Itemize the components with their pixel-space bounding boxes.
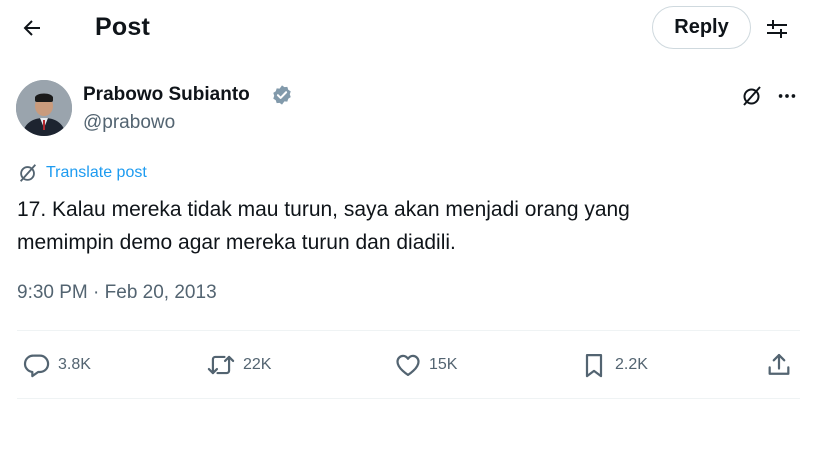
repost-count: 22K [243,356,272,373]
reply-action[interactable]: 3.8K [23,345,91,385]
post-time[interactable]: 9:30 PM [17,282,88,303]
bookmark-icon [580,351,608,379]
bookmark-count: 2.2K [615,356,648,373]
translate-icon [17,162,39,184]
post-text-line-2: memimpin demo agar mereka turun dan diad… [17,231,456,254]
reply-icon [23,351,51,379]
more-button[interactable] [772,82,802,110]
reply-count: 3.8K [58,356,91,373]
page-title: Post [95,13,150,41]
verified-badge-icon [271,84,293,106]
grok-icon [740,84,764,108]
post-text-line-1: 17. Kalau mereka tidak mau turun, saya a… [17,198,630,221]
author-handle[interactable]: @prabowo [83,112,175,134]
share-icon [765,351,793,379]
timestamp-separator: · [93,282,100,303]
action-bar: 3.8K 22K 15K 2.2K [0,345,830,385]
like-count: 15K [429,356,458,373]
post-timestamp: 9:30 PM · Feb 20, 2013 [17,282,217,304]
author-name[interactable]: Prabowo Subianto [83,84,250,106]
translate-label: Translate post [46,164,147,181]
post-date[interactable]: Feb 20, 2013 [105,282,217,303]
repost-action[interactable]: 22K [206,345,271,385]
grok-button[interactable] [738,82,766,110]
repost-icon [206,351,236,379]
settings-button[interactable] [762,14,792,44]
avatar[interactable] [16,80,72,136]
translate-link[interactable]: Translate post [17,161,147,185]
like-action[interactable]: 15K [394,345,457,385]
sliders-icon [765,17,789,41]
back-button[interactable] [16,12,48,44]
share-action[interactable] [765,345,793,385]
bookmark-action[interactable]: 2.2K [580,345,648,385]
top-bar: Post Reply [0,0,830,56]
divider [17,398,800,399]
heart-icon [394,351,422,379]
divider [17,330,800,331]
arrow-left-icon [20,16,44,40]
post-text: 17. Kalau mereka tidak mau turun, saya a… [17,193,797,259]
reply-button[interactable]: Reply [652,6,751,49]
more-horizontal-icon [776,85,798,107]
